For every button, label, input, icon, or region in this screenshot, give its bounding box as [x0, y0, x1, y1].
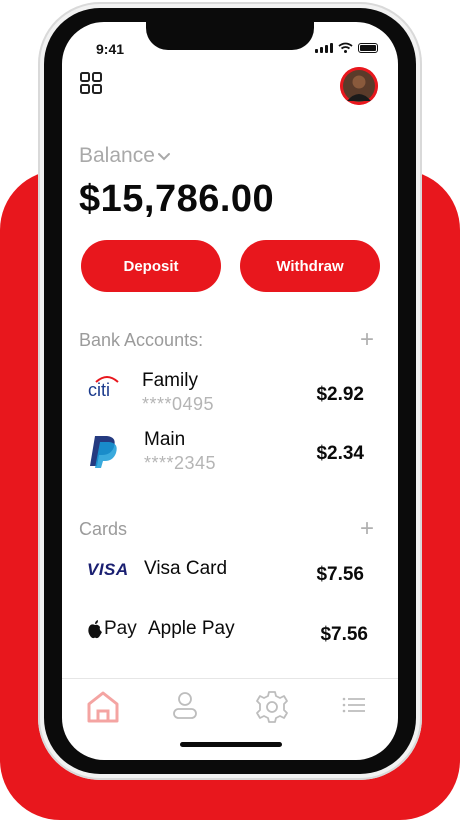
avatar[interactable] [340, 67, 378, 105]
menu-grid-icon[interactable] [80, 72, 102, 94]
bank-accounts-title: Bank Accounts: [79, 330, 204, 350]
withdraw-button[interactable]: Withdraw [240, 240, 380, 292]
account-number: ****2345 [144, 453, 217, 473]
tab-home[interactable] [85, 690, 125, 726]
home-indicator [180, 742, 282, 747]
phone-screen: 9:41 Balance $15,786.00 Deposit Withdraw… [62, 22, 398, 760]
visa-logo-icon: VISA [87, 560, 129, 580]
account-amount: $2.92 [316, 384, 364, 405]
chevron-down-icon [157, 153, 170, 161]
list-icon [342, 697, 365, 713]
apple-pay-logo-icon: Pay [87, 618, 137, 640]
visa-logo-text: VISA [87, 560, 129, 579]
gear-icon [256, 691, 288, 723]
tab-bar [62, 690, 398, 730]
wifi-icon [338, 42, 353, 53]
add-bank-account-button[interactable]: + [360, 326, 374, 354]
account-name: Main [144, 429, 186, 450]
status-icons [315, 42, 378, 53]
tabbar-divider [62, 678, 398, 679]
user-icon [173, 692, 197, 719]
deposit-button[interactable]: Deposit [81, 240, 221, 292]
notch [146, 22, 314, 50]
cards-title: Cards [79, 519, 128, 539]
tab-profile[interactable] [170, 690, 210, 726]
list-item[interactable]: VISA Visa Card $7.56 [79, 558, 374, 608]
card-amount: $7.56 [320, 624, 368, 645]
home-icon [87, 691, 119, 723]
balance-label: Balance [79, 144, 155, 167]
battery-icon [358, 43, 378, 53]
paypal-logo-icon [89, 434, 119, 473]
list-item[interactable]: Main ****2345 $2.34 [79, 429, 374, 479]
tab-menu[interactable] [340, 690, 380, 726]
citi-logo-icon: citi [87, 374, 123, 405]
pay-logo-text: Pay [104, 618, 137, 639]
apple-icon [88, 620, 102, 639]
account-number: ****0495 [142, 394, 215, 414]
list-item[interactable]: citi Family ****0495 $2.92 [79, 370, 374, 420]
account-name: Family [142, 370, 198, 391]
account-amount: $2.34 [316, 443, 364, 464]
card-name: Visa Card [144, 558, 228, 579]
card-amount: $7.56 [316, 564, 364, 585]
list-item[interactable]: Pay Apple Pay $7.56 [79, 618, 374, 668]
signal-icon [315, 43, 333, 53]
tab-settings[interactable] [255, 690, 295, 726]
add-card-button[interactable]: + [360, 515, 374, 543]
balance-amount: $15,786.00 [79, 178, 275, 220]
status-time: 9:41 [96, 41, 125, 57]
balance-selector[interactable]: Balance [79, 144, 171, 168]
svg-text:citi: citi [88, 380, 110, 400]
card-name: Apple Pay [148, 618, 235, 639]
